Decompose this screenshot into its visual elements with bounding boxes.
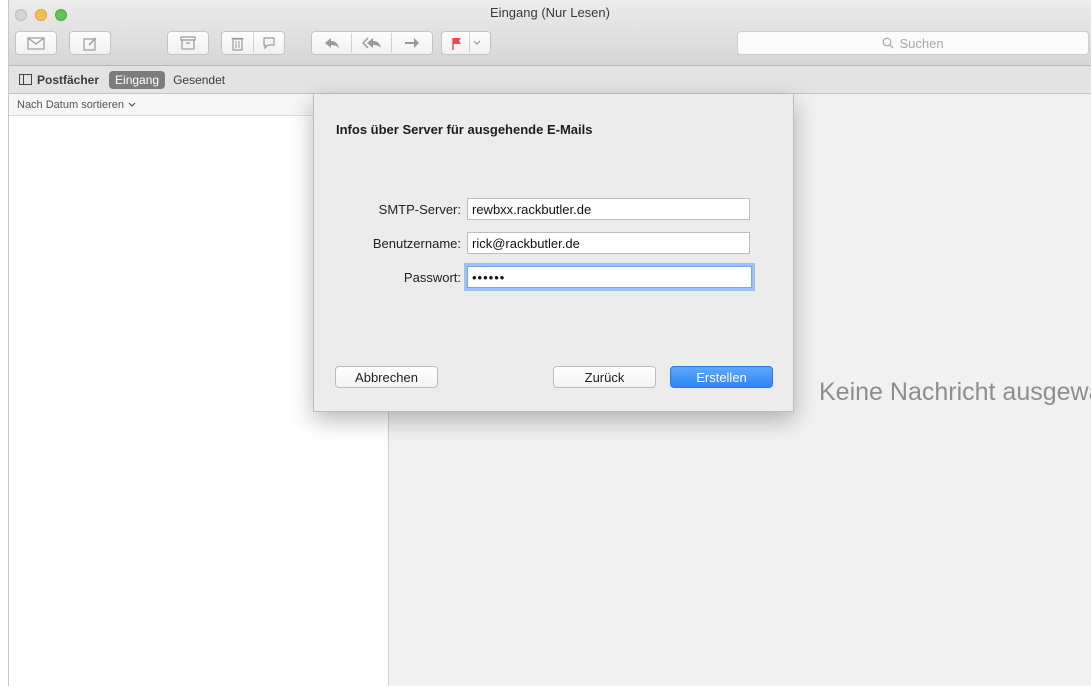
back-button[interactable]: Zurück [553,366,656,388]
delete-button[interactable] [222,36,253,51]
sheet-title: Infos über Server für ausgehende E-Mails [336,122,593,137]
archive-icon [180,36,196,50]
junk-icon [262,37,275,50]
cancel-button[interactable]: Abbrechen [335,366,438,388]
chevron-down-icon [128,102,136,107]
flag-icon [452,37,461,50]
reply-icon [325,38,339,48]
mailboxes-label: Postfächer [37,72,100,87]
create-button[interactable]: Erstellen [670,366,773,388]
username-input[interactable] [467,232,750,254]
chevron-down-icon [473,40,481,45]
compose-icon [82,37,96,51]
archive-button[interactable] [167,31,209,55]
get-mail-button[interactable] [15,31,57,55]
trash-icon [231,37,244,51]
forward-icon [405,38,419,48]
smtp-row: SMTP-Server: [314,198,793,222]
password-row: Passwort: [314,266,793,290]
smtp-server-input[interactable] [467,198,750,220]
search-field[interactable]: Suchen [737,31,1089,55]
password-input[interactable] [467,266,752,288]
mailbox-sidebar-icon [19,74,32,85]
reply-all-button[interactable] [352,37,392,49]
search-placeholder: Suchen [899,35,944,51]
smtp-label: SMTP-Server: [378,202,461,217]
envelope-icon [27,36,45,50]
reply-all-icon [362,37,381,49]
favorite-sent[interactable]: Gesendet [173,73,225,87]
outgoing-server-sheet: Infos über Server für ausgehende E-Mails… [313,94,794,412]
favorite-inbox[interactable]: Eingang [109,70,166,89]
no-message-selected-text: Keine Nachricht ausgewählt [819,378,1091,406]
forward-button[interactable] [392,37,432,49]
sent-label: Gesendet [173,72,226,87]
password-label: Passwort: [403,270,461,285]
username-label: Benutzername: [372,236,461,251]
reply-button[interactable] [312,37,352,49]
junk-button[interactable] [253,36,284,50]
reply-segment [311,31,433,55]
mailboxes-button[interactable]: Postfächer [19,73,99,87]
title-bar: Eingang (Nur Lesen) Suchen [9,0,1091,66]
sort-label: Nach Datum sortieren [17,98,124,111]
favorites-bar: Postfächer Eingang Gesendet [9,66,1091,94]
search-icon [883,37,894,49]
window-title: Eingang (Nur Lesen) [490,5,610,20]
flag-button[interactable] [441,31,491,55]
mail-window: Eingang (Nur Lesen) Suchen Postfächer Ei… [8,0,1091,686]
compose-button[interactable] [69,31,111,55]
username-row: Benutzername: [314,232,793,256]
inbox-label: Eingang [115,72,160,87]
